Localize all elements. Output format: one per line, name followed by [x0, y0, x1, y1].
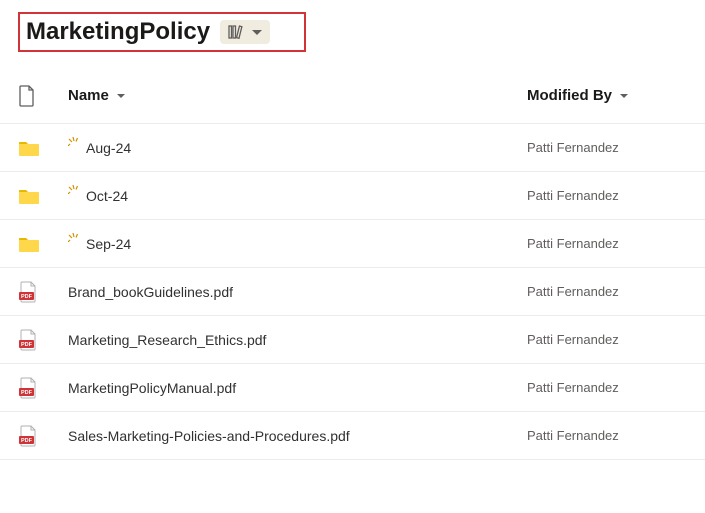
list-item[interactable]: Aug-24 Patti Fernandez	[0, 124, 705, 172]
item-modified-by[interactable]: Patti Fernandez	[527, 428, 687, 443]
item-name-cell[interactable]: Brand_bookGuidelines.pdf	[68, 284, 527, 300]
pdf-icon: PDF	[18, 377, 68, 399]
new-indicator-icon	[68, 232, 78, 244]
pdf-icon: PDF	[18, 329, 68, 351]
item-modified-by[interactable]: Patti Fernandez	[527, 236, 687, 251]
item-modified-by[interactable]: Patti Fernandez	[527, 140, 687, 155]
folder-icon	[18, 187, 68, 205]
column-header-row: Name Modified By	[0, 76, 705, 124]
file-type-icon	[18, 85, 36, 107]
svg-text:PDF: PDF	[21, 390, 33, 396]
library-title-row: MarketingPolicy	[18, 12, 306, 52]
pdf-icon: PDF	[18, 425, 68, 447]
list-item[interactable]: Sep-24 Patti Fernandez	[0, 220, 705, 268]
column-header-type[interactable]	[18, 85, 68, 107]
library-icon	[228, 24, 246, 40]
list-item[interactable]: PDF MarketingPolicyManual.pdf Patti Ferna…	[0, 364, 705, 412]
svg-text:PDF: PDF	[21, 294, 33, 300]
svg-text:PDF: PDF	[21, 438, 33, 444]
list-item[interactable]: PDF Sales-Marketing-Policies-and-Procedu…	[0, 412, 705, 460]
item-modified-by[interactable]: Patti Fernandez	[527, 188, 687, 203]
chevron-down-icon	[252, 30, 262, 35]
item-name: Marketing_Research_Ethics.pdf	[68, 332, 266, 348]
item-modified-by[interactable]: Patti Fernandez	[527, 284, 687, 299]
new-indicator-icon	[68, 136, 78, 148]
item-name-cell[interactable]: Marketing_Research_Ethics.pdf	[68, 332, 527, 348]
column-header-name-label: Name	[68, 87, 109, 104]
chevron-down-icon	[620, 94, 628, 98]
library-title: MarketingPolicy	[26, 18, 210, 46]
item-modified-by[interactable]: Patti Fernandez	[527, 332, 687, 347]
item-name-cell[interactable]: Aug-24	[68, 140, 527, 156]
folder-icon	[18, 235, 68, 253]
pdf-icon: PDF	[18, 281, 68, 303]
library-dropdown-button[interactable]	[220, 20, 270, 44]
item-name: Aug-24	[86, 140, 131, 156]
column-header-modified-by[interactable]: Modified By	[527, 87, 687, 104]
file-list: Name Modified By Aug-24 Patti Fernandez O…	[0, 76, 705, 460]
item-name: MarketingPolicyManual.pdf	[68, 380, 236, 396]
svg-text:PDF: PDF	[21, 342, 33, 348]
chevron-down-icon	[117, 94, 125, 98]
list-item[interactable]: PDF Brand_bookGuidelines.pdf Patti Fernan…	[0, 268, 705, 316]
item-modified-by[interactable]: Patti Fernandez	[527, 380, 687, 395]
item-name: Oct-24	[86, 188, 128, 204]
new-indicator-icon	[68, 184, 78, 196]
item-name-cell[interactable]: Oct-24	[68, 188, 527, 204]
item-name: Sales-Marketing-Policies-and-Procedures.…	[68, 428, 350, 444]
list-item[interactable]: PDF Marketing_Research_Ethics.pdf Patti F…	[0, 316, 705, 364]
item-name-cell[interactable]: Sales-Marketing-Policies-and-Procedures.…	[68, 428, 527, 444]
column-header-name[interactable]: Name	[68, 87, 527, 104]
list-item[interactable]: Oct-24 Patti Fernandez	[0, 172, 705, 220]
item-name-cell[interactable]: MarketingPolicyManual.pdf	[68, 380, 527, 396]
item-name-cell[interactable]: Sep-24	[68, 236, 527, 252]
item-name: Sep-24	[86, 236, 131, 252]
folder-icon	[18, 139, 68, 157]
item-name: Brand_bookGuidelines.pdf	[68, 284, 233, 300]
column-header-modified-by-label: Modified By	[527, 87, 612, 104]
